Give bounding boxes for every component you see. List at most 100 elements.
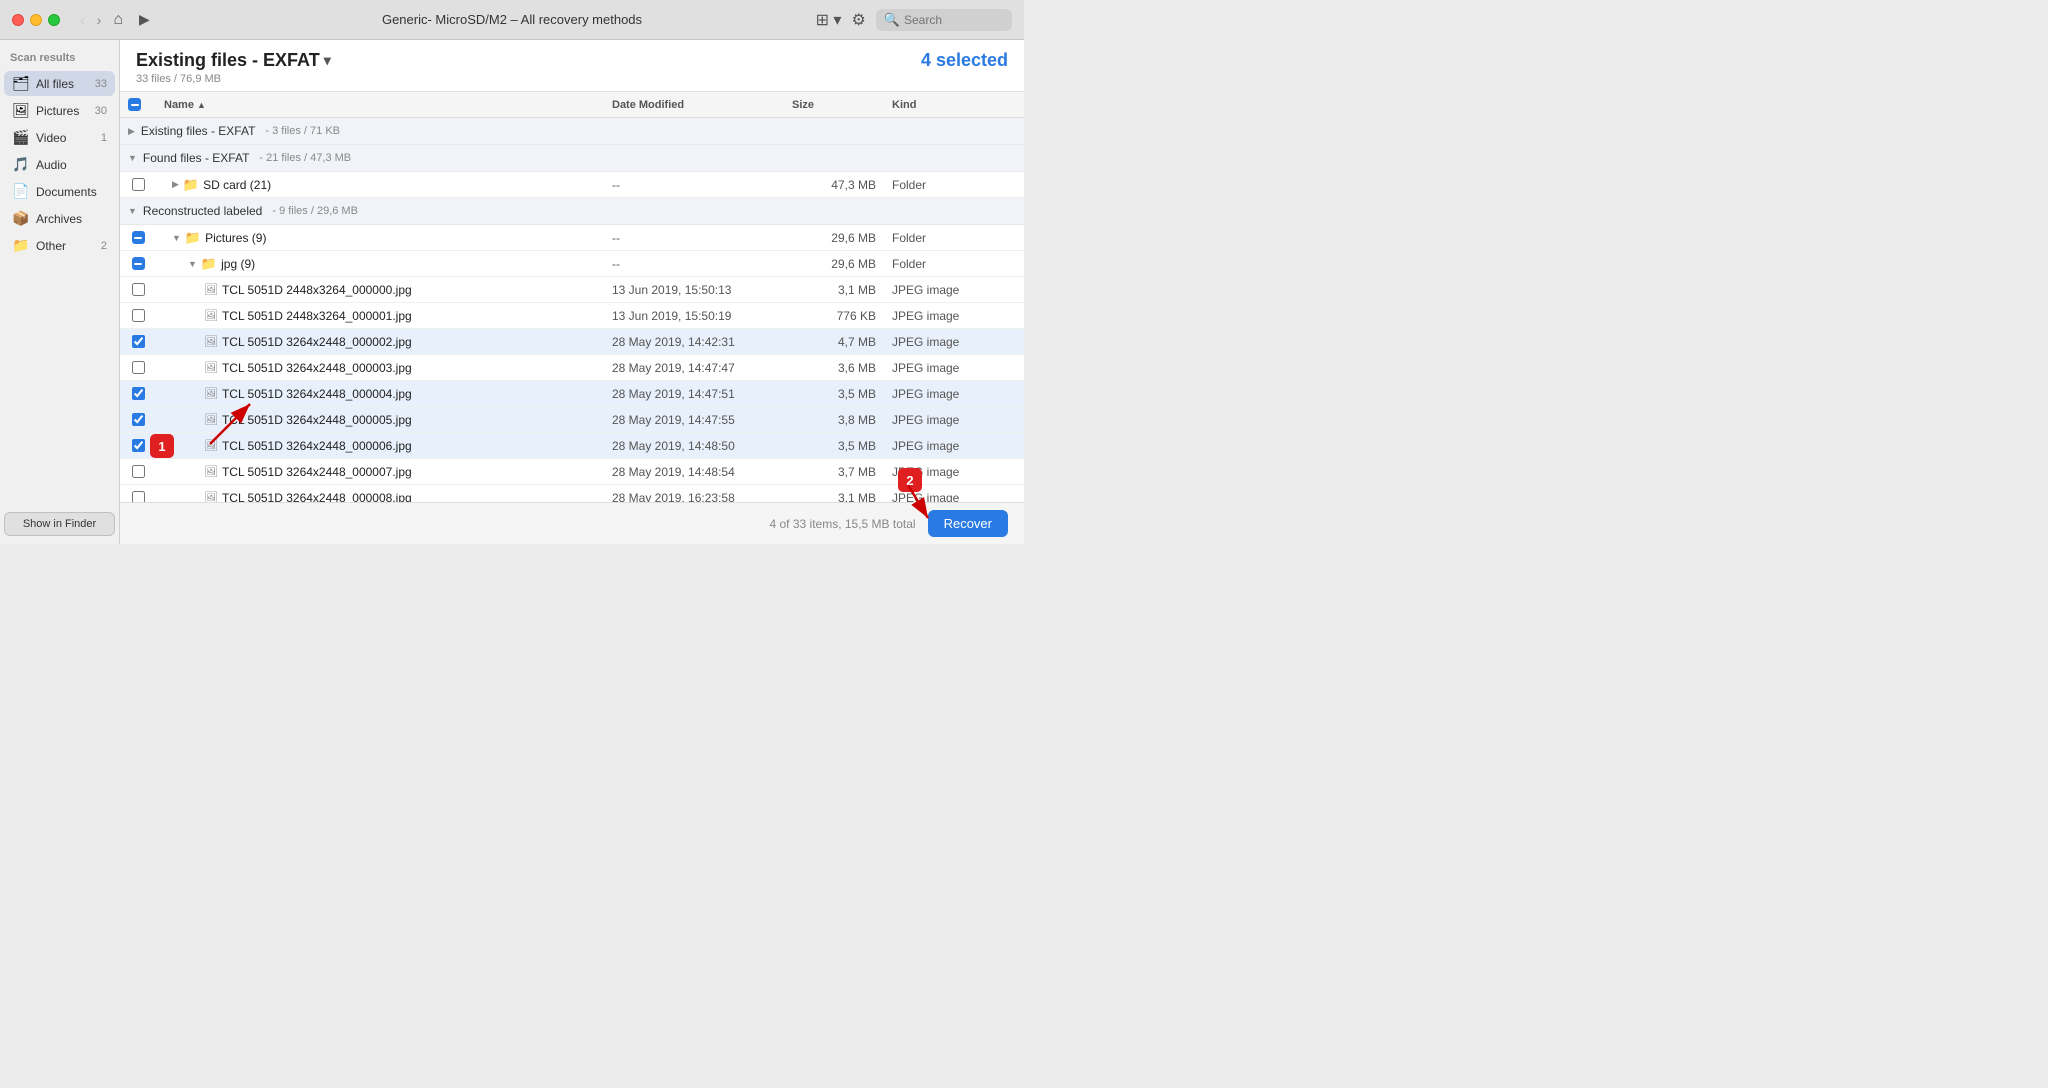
dropdown-icon[interactable]: ▾ xyxy=(324,52,331,69)
jpeg-icon-file5: 🖼 xyxy=(204,413,218,426)
filename-file2: TCL 5051D 3264x2448_000002.jpg xyxy=(222,335,412,349)
view-button[interactable]: ⊞ ▾ xyxy=(816,10,842,30)
filename-file3: TCL 5051D 3264x2448_000003.jpg xyxy=(222,361,412,375)
checkbox-file1[interactable] xyxy=(132,309,145,322)
sidebar-item-other[interactable]: 📁 Other 2 xyxy=(4,233,115,258)
size-pictures9: 29,6 MB xyxy=(784,231,884,245)
close-button[interactable] xyxy=(12,14,24,26)
filename-file4: TCL 5051D 3264x2448_000004.jpg xyxy=(222,387,412,401)
checkbox-file6[interactable] xyxy=(132,439,145,452)
th-name[interactable]: Name ▲ xyxy=(156,96,604,113)
jpeg-icon-file2: 🖼 xyxy=(204,335,218,348)
sidebar-count-video: 1 xyxy=(101,132,107,144)
section-existing-toggle[interactable]: ▶ Existing files - EXFAT - 3 files / 71 … xyxy=(120,122,1024,140)
selected-label: 4 selected xyxy=(921,50,1008,71)
kind-file3: JPEG image xyxy=(884,361,1024,375)
section-existing-title: Existing files - EXFAT xyxy=(141,124,255,138)
triangle-found[interactable]: ▼ xyxy=(128,153,137,163)
checkbox-file0[interactable] xyxy=(132,283,145,296)
kind-jpg9: Folder xyxy=(884,257,1024,271)
back-button[interactable]: ‹ xyxy=(76,10,89,30)
table-row: 🖼 TCL 5051D 3264x2448_000005.jpg 28 May … xyxy=(120,407,1024,433)
checkbox-sdcard[interactable] xyxy=(132,178,145,191)
check-cell-pictures9[interactable] xyxy=(120,231,156,244)
traffic-lights xyxy=(12,14,60,26)
check-cell-file1[interactable] xyxy=(120,309,156,322)
footer-content: 2 4 of 33 items, 15,5 MB total Recover xyxy=(770,510,1009,537)
minimize-button[interactable] xyxy=(30,14,42,26)
date-file2: 28 May 2019, 14:42:31 xyxy=(604,335,784,349)
home-button[interactable]: ⌂ xyxy=(113,11,123,29)
checkbox-file5[interactable] xyxy=(132,413,145,426)
checkbox-file4[interactable] xyxy=(132,387,145,400)
sidebar-header: Scan results xyxy=(0,48,119,70)
section-reconstructed-toggle[interactable]: ▼ Reconstructed labeled - 9 files / 29,6… xyxy=(120,202,1024,220)
th-kind[interactable]: Kind xyxy=(884,96,1024,113)
forward-button[interactable]: › xyxy=(93,10,106,30)
recover-button[interactable]: Recover xyxy=(928,510,1008,537)
check-cell-file3[interactable] xyxy=(120,361,156,374)
minus-icon-jpg9[interactable] xyxy=(132,257,145,270)
check-cell-file4[interactable] xyxy=(120,387,156,400)
check-cell-jpg9[interactable] xyxy=(120,257,156,270)
sidebar-item-audio[interactable]: 🎵 Audio xyxy=(4,152,115,177)
maximize-button[interactable] xyxy=(48,14,60,26)
date-file0: 13 Jun 2019, 15:50:13 xyxy=(604,283,784,297)
date-file8: 28 May 2019, 16:23:58 xyxy=(604,491,784,503)
triangle-pictures9[interactable]: ▼ xyxy=(172,233,181,243)
header-minus-icon[interactable] xyxy=(128,98,141,111)
check-cell-sdcard[interactable] xyxy=(120,178,156,191)
check-cell-file5[interactable] xyxy=(120,413,156,426)
minus-icon-pictures9[interactable] xyxy=(132,231,145,244)
sidebar-item-video[interactable]: 🎬 Video 1 xyxy=(4,125,115,150)
sidebar-item-all-files[interactable]: 🗂 All files 33 xyxy=(4,71,115,96)
name-cell-file0: 🖼 TCL 5051D 2448x3264_000000.jpg xyxy=(156,283,604,297)
name-cell-pictures9: ▼ 📁 Pictures (9) xyxy=(156,230,604,246)
section-reconstructed: ▼ Reconstructed labeled - 9 files / 29,6… xyxy=(120,198,1024,225)
checkbox-file7[interactable] xyxy=(132,465,145,478)
size-file0: 3,1 MB xyxy=(784,283,884,297)
section-found-toggle[interactable]: ▼ Found files - EXFAT - 21 files / 47,3 … xyxy=(120,149,1024,167)
date-sdcard: -- xyxy=(604,178,784,192)
th-size[interactable]: Size xyxy=(784,96,884,113)
sidebar-label-other: Other xyxy=(36,239,95,253)
name-cell-file5: 🖼 TCL 5051D 3264x2448_000005.jpg xyxy=(156,413,604,427)
filename-sdcard: SD card (21) xyxy=(203,178,271,192)
filename-file0: TCL 5051D 2448x3264_000000.jpg xyxy=(222,283,412,297)
triangle-existing[interactable]: ▶ xyxy=(128,126,135,137)
content-title: Existing files - EXFAT ▾ xyxy=(136,50,331,71)
search-input[interactable] xyxy=(904,13,1004,27)
check-cell-file0[interactable] xyxy=(120,283,156,296)
check-cell-file6[interactable] xyxy=(120,439,156,452)
file-table[interactable]: Name ▲ Date Modified Size Kind ▶ Existin… xyxy=(120,92,1024,502)
table-row: 🖼 TCL 5051D 3264x2448_000006.jpg 28 May … xyxy=(120,433,1024,459)
filename-file7: TCL 5051D 3264x2448_000007.jpg xyxy=(222,465,412,479)
filter-button[interactable]: ⚙ xyxy=(851,10,865,30)
triangle-sdcard[interactable]: ▶ xyxy=(172,179,179,190)
jpeg-icon-file7: 🖼 xyxy=(204,465,218,478)
check-cell-file8[interactable] xyxy=(120,491,156,502)
checkbox-file2[interactable] xyxy=(132,335,145,348)
nav-arrows: ‹ › xyxy=(76,10,105,30)
check-cell-file2[interactable] xyxy=(120,335,156,348)
main-layout: Scan results 🗂 All files 33 🖼 Pictures 3… xyxy=(0,40,1024,544)
kind-file1: JPEG image xyxy=(884,309,1024,323)
sidebar-count-all-files: 33 xyxy=(95,78,107,90)
play-button[interactable]: ▶ xyxy=(139,11,150,28)
check-cell-file7[interactable] xyxy=(120,465,156,478)
sidebar-item-archives[interactable]: 📦 Archives xyxy=(4,206,115,231)
sidebar-item-pictures[interactable]: 🖼 Pictures 30 xyxy=(4,98,115,123)
titlebar: ‹ › ⌂ ▶ Generic- MicroSD/M2 – All recove… xyxy=(0,0,1024,40)
table-row: 🖼 TCL 5051D 3264x2448_000008.jpg 28 May … xyxy=(120,485,1024,502)
sidebar-label-all-files: All files xyxy=(36,77,89,91)
show-in-finder-button[interactable]: Show in Finder xyxy=(4,512,115,536)
footer-status: 4 of 33 items, 15,5 MB total xyxy=(770,517,916,531)
triangle-reconstructed[interactable]: ▼ xyxy=(128,206,137,216)
kind-file5: JPEG image xyxy=(884,413,1024,427)
name-cell-sdcard: ▶ 📁 SD card (21) xyxy=(156,177,604,193)
checkbox-file8[interactable] xyxy=(132,491,145,502)
sidebar-item-documents[interactable]: 📄 Documents xyxy=(4,179,115,204)
checkbox-file3[interactable] xyxy=(132,361,145,374)
th-date[interactable]: Date Modified xyxy=(604,96,784,113)
triangle-jpg9[interactable]: ▼ xyxy=(188,259,197,269)
